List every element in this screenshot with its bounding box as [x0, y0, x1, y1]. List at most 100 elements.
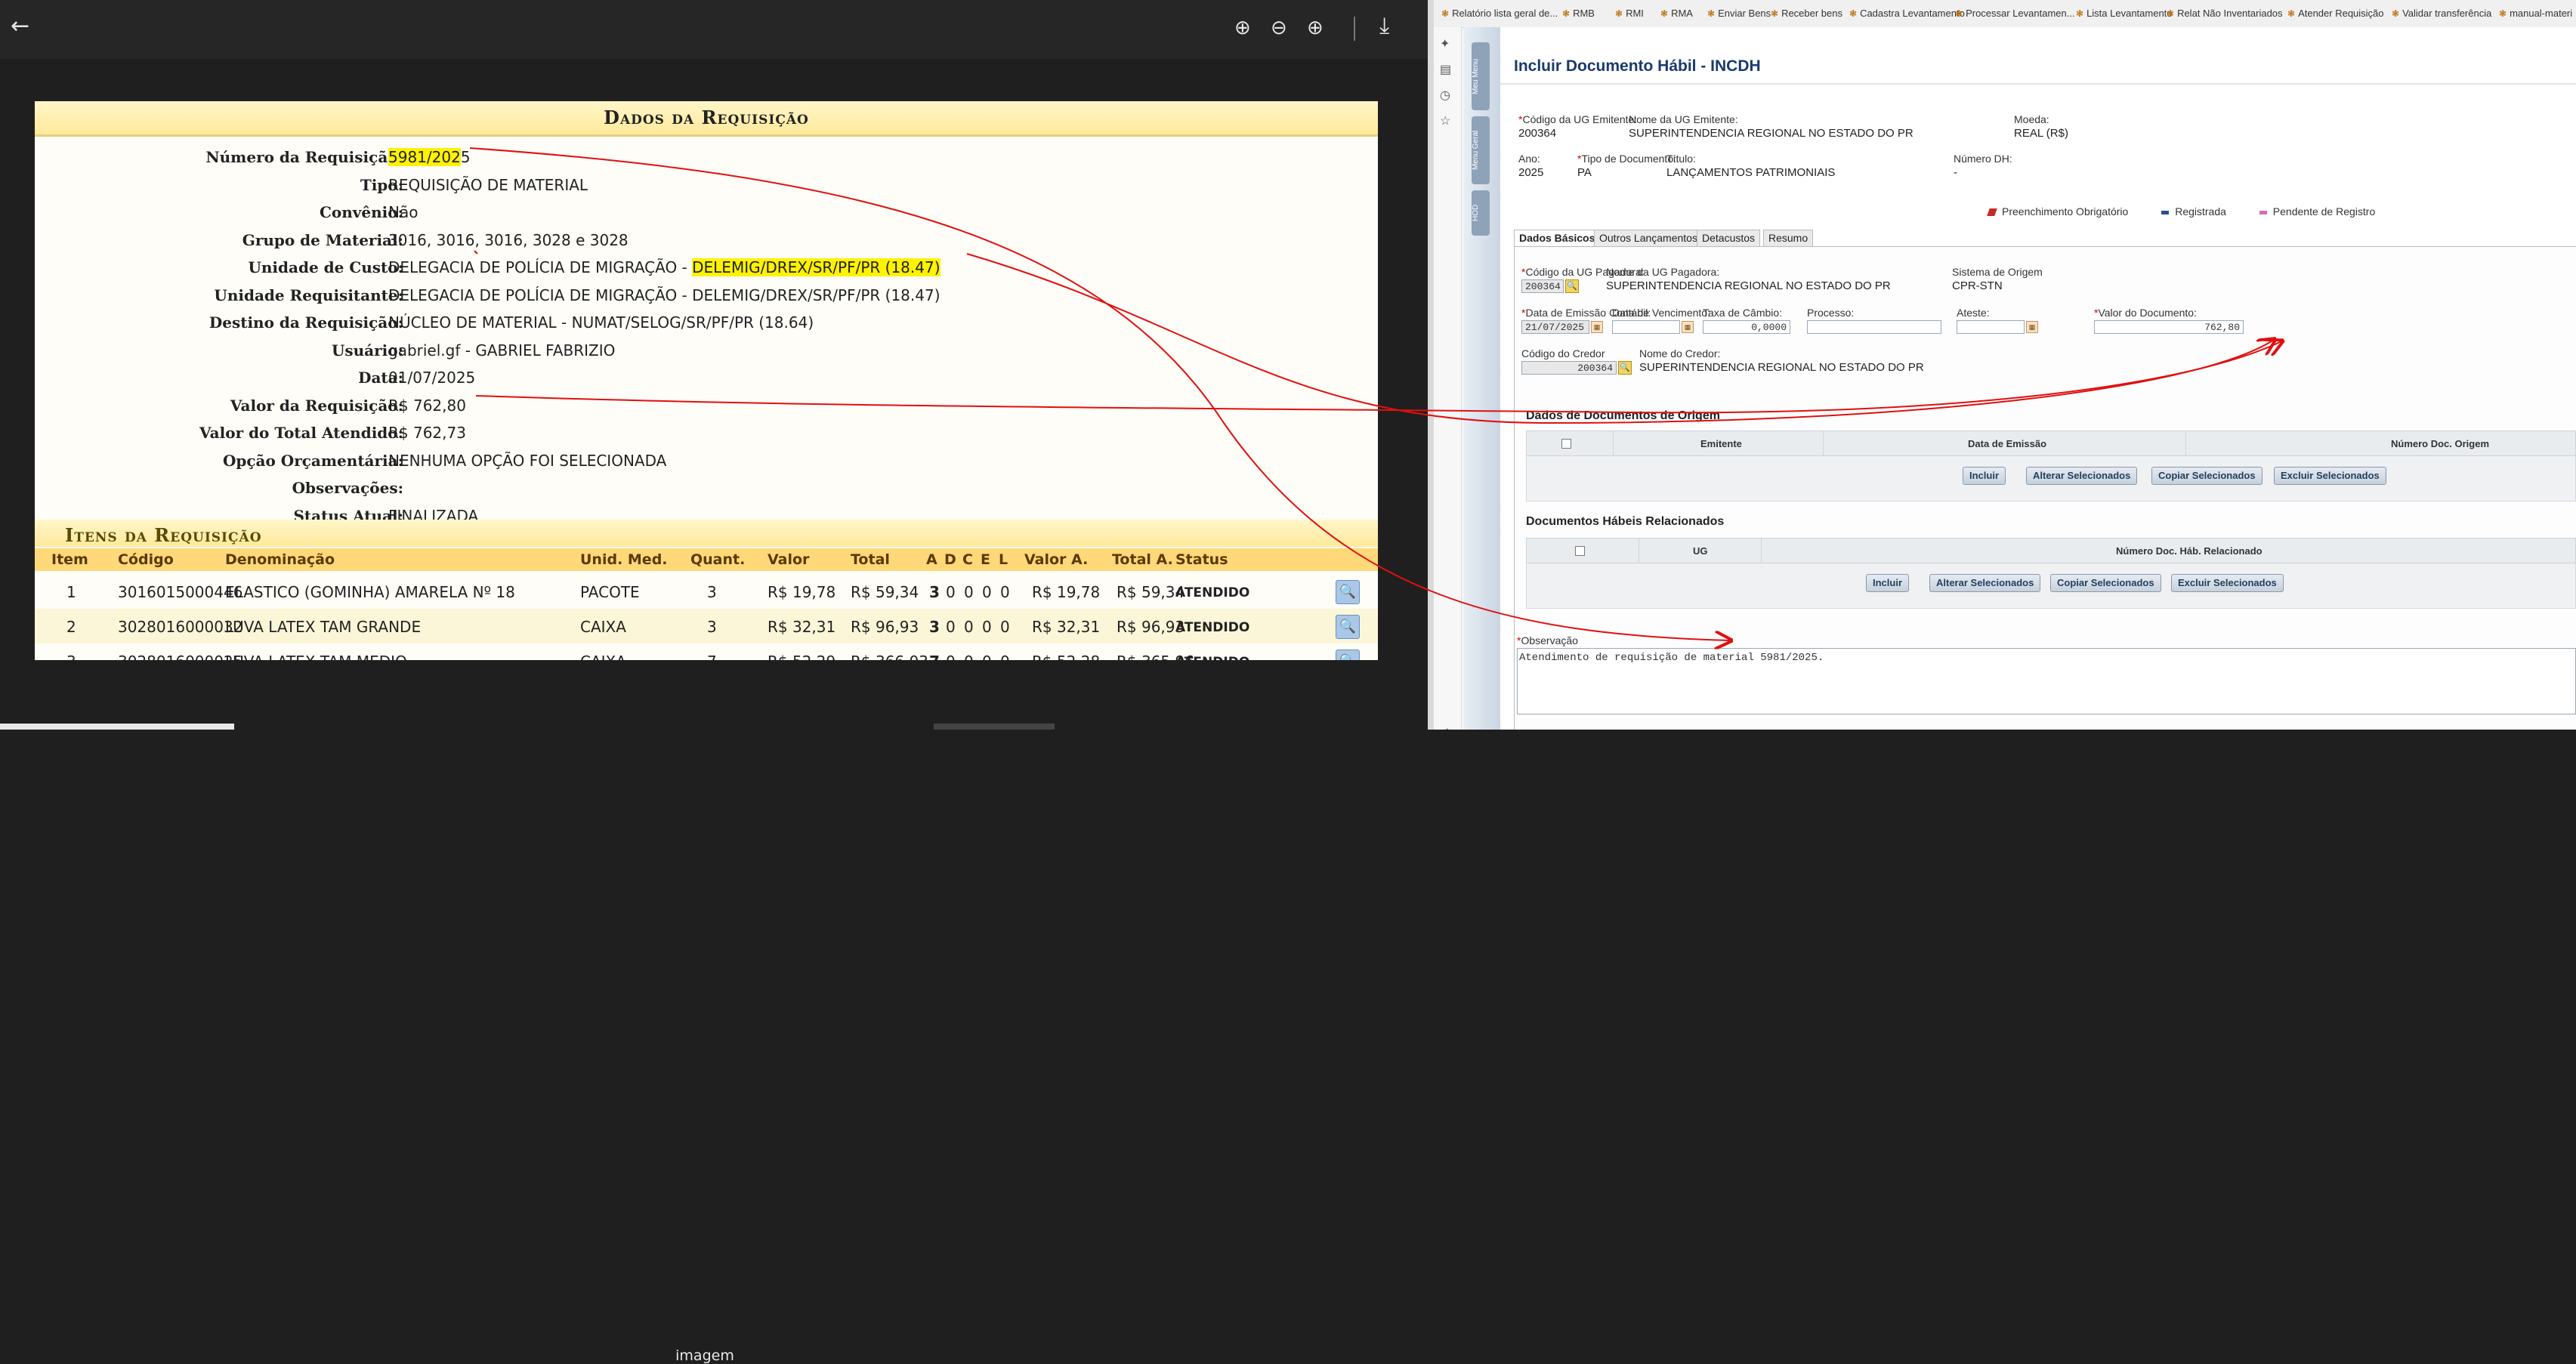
tab-outros-lancamentos[interactable]: Outros Lançamentos — [1594, 230, 1703, 247]
relacionados-copiar-button[interactable]: Copiar Selecionados — [2050, 574, 2161, 592]
origem-incluir-button[interactable]: Incluir — [1963, 467, 2006, 485]
bookmark-item[interactable]: RMB — [1562, 8, 1595, 19]
star-icon[interactable]: ☆ — [1440, 113, 1450, 128]
nome-credor-value: SUPERINTENDENCIA REGIONAL NO ESTADO DO P… — [1639, 361, 1924, 374]
tab-meu-menu[interactable]: Meu Menu — [1472, 42, 1490, 110]
nome-ug-emitente-value: SUPERINTENDENCIA REGIONAL NO ESTADO DO P… — [1629, 127, 1913, 140]
tab-detacustos[interactable]: Detacustos — [1697, 230, 1761, 247]
bookmark-item[interactable]: manual-materi — [2499, 8, 2572, 19]
bookmark-item[interactable]: Relat Não Inventariados — [2167, 8, 2282, 19]
table-cell: R$ 32,31 — [1032, 618, 1101, 636]
doc-field-row: Valor da Requisição: R$ 762,80 — [35, 393, 1378, 419]
data-vencimento-input[interactable] — [1612, 320, 1680, 334]
browser-window: Relatório lista geral de... RMB RMI RMA Envi… — [1434, 0, 2576, 730]
zoom-in-icon[interactable]: ⊕ — [1307, 17, 1324, 39]
relacionados-alterar-button[interactable]: Alterar Selecionados — [1929, 574, 2041, 592]
zoom-out-icon[interactable]: ⊖ — [1271, 17, 1287, 39]
calendar-icon[interactable]: ▦ — [2026, 321, 2038, 333]
doc-field-text: gabriel.gf - GABRIEL FABRIZIO — [388, 341, 616, 360]
bookmark-item[interactable]: Lista Levantamento — [2076, 8, 2172, 19]
doc-field-highlight: 5981/202 — [388, 148, 461, 166]
doc-field-row: Destino da Requisição: NÚCLEO DE MATERIAL… — [35, 310, 1378, 336]
download-icon[interactable]: ⤓ — [1379, 15, 1389, 38]
doc-field-value: 5981/2025 — [388, 148, 471, 166]
table-cell: 3 — [66, 653, 76, 660]
bookmark-item[interactable]: Cadastra Levantamento — [1849, 8, 1965, 19]
bookmark-item[interactable]: Receber bens — [1771, 8, 1842, 19]
ateste-input[interactable] — [1957, 320, 2025, 334]
bookmark-item[interactable]: RMA — [1660, 8, 1693, 19]
nome-ug-pagadora-label: Nome da UG Pagadora: — [1606, 266, 1720, 278]
table-cell: ELASTICO (GOMINHA) AMARELA Nº 18 — [225, 583, 515, 601]
select-all-checkbox[interactable] — [1561, 439, 1571, 449]
nome-ug-emitente-label: Nome da UG Emitente: — [1629, 113, 1738, 125]
tab-dados-basicos[interactable]: Dados Básicos — [1514, 230, 1601, 247]
tab-menu-geral[interactable]: Menu Geral — [1472, 116, 1490, 184]
items-column-header: Status — [1175, 551, 1228, 568]
table-cell: 0 — [946, 618, 956, 636]
doc-field-value: Não — [388, 203, 418, 221]
relacionados-excluir-button[interactable]: Excluir Selecionados — [2171, 574, 2284, 592]
bookmark-item[interactable]: Enviar Bens — [1707, 8, 1771, 19]
window-divider[interactable] — [1428, 0, 1434, 730]
bookmark-item[interactable]: Atender Requisição — [2287, 8, 2383, 19]
calendar-icon[interactable]: ▦ — [1682, 321, 1694, 333]
magnifier-icon[interactable]: 🔍 — [1336, 615, 1360, 639]
magnifier-icon[interactable]: 🔍 — [1336, 650, 1360, 660]
calendar-icon[interactable]: ▦ — [1591, 321, 1603, 333]
bookmark-item[interactable]: Processar Levantamen... — [1955, 8, 2075, 19]
fit-screen-icon[interactable]: ⊕ — [1234, 17, 1251, 39]
doc-field-value: 01/07/2025 — [388, 369, 475, 387]
bookmark-item[interactable]: RMI — [1615, 8, 1644, 19]
lookup-icon[interactable]: 🔍 — [1618, 361, 1632, 375]
origem-alterar-button[interactable]: Alterar Selecionados — [2026, 467, 2138, 485]
form-content: Incluir Documento Hábil - INCDH *Código … — [1500, 27, 2576, 730]
processo-input[interactable] — [1807, 320, 1941, 334]
doc-field-text: R$ 762,73 — [388, 424, 466, 442]
items-column-header: Denominação — [225, 551, 335, 568]
table-cell: 3 — [707, 583, 717, 601]
table-cell: 0 — [982, 653, 992, 660]
table-cell: ATENDIDO — [1175, 620, 1250, 635]
valor-documento-input[interactable]: 762,80 — [2094, 320, 2244, 334]
doc-field-text: NENHUMA OPÇÃO FOI SELECIONADA — [388, 451, 667, 470]
save-icon[interactable]: ▤ — [1440, 62, 1451, 77]
back-arrow-icon[interactable]: ← — [11, 15, 29, 38]
origem-excluir-button[interactable]: Excluir Selecionados — [2274, 467, 2386, 485]
items-column-header: E — [981, 551, 990, 568]
doc-field-row: Convênio: Não — [35, 200, 1378, 226]
select-all-checkbox[interactable] — [1575, 546, 1585, 556]
bookmark-item[interactable]: Validar transferência — [2392, 8, 2491, 19]
page-title: Incluir Documento Hábil - INCDH — [1514, 57, 1761, 75]
relacionados-grid-header: UG Número Doc. Háb. Relacionado — [1526, 538, 2576, 564]
codigo-credor-input[interactable]: 200364 — [1521, 361, 1617, 375]
col-ug: UG — [1693, 545, 1708, 557]
table-cell: R$ 96,93 — [1117, 618, 1185, 636]
doc-field-row: Usuário: gabriel.gf - GABRIEL FABRIZIO — [35, 338, 1378, 364]
tab-hod[interactable]: HOD — [1472, 190, 1490, 236]
magnifier-icon[interactable]: 🔍 — [1336, 580, 1360, 604]
ug-pagadora-input[interactable]: 200364 — [1521, 279, 1564, 293]
tab-resumo[interactable]: Resumo — [1763, 230, 1814, 247]
origem-copiar-button[interactable]: Copiar Selecionados — [2151, 467, 2262, 485]
gear-icon[interactable]: ⚙ — [1441, 727, 1453, 730]
items-column-header: Valor — [768, 551, 810, 568]
taxa-cambio-input[interactable]: 0,0000 — [1703, 320, 1790, 334]
table-cell: LUVA LATEX TAM MEDIO — [225, 653, 407, 660]
data-emissao-input[interactable]: 21/07/2025 — [1521, 320, 1589, 334]
lookup-icon[interactable]: 🔍 — [1565, 279, 1579, 293]
relacionados-incluir-button[interactable]: Incluir — [1866, 574, 1910, 592]
table-cell: 7 — [707, 653, 717, 660]
pin-icon[interactable]: ✦ — [1440, 36, 1450, 51]
ug-emitente-value: 200364 — [1518, 127, 1557, 140]
thumbnail-scroll-2[interactable] — [934, 724, 1055, 730]
thumbnail-scroll[interactable] — [0, 724, 234, 730]
observacao-textarea[interactable]: Atendimento de requisição de material 59… — [1517, 648, 2576, 714]
table-cell: ATENDIDO — [1175, 585, 1250, 600]
doc-field-label: Unidade Requisitante: — [214, 285, 403, 304]
items-column-header: Código — [118, 551, 174, 568]
history-icon[interactable]: ◷ — [1440, 88, 1450, 103]
col-numero-doc-origem: Número Doc. Origem — [2391, 438, 2490, 449]
numero-dh-label: Número DH: — [1954, 153, 2012, 165]
bookmark-item[interactable]: Relatório lista geral de... — [1441, 8, 1558, 19]
